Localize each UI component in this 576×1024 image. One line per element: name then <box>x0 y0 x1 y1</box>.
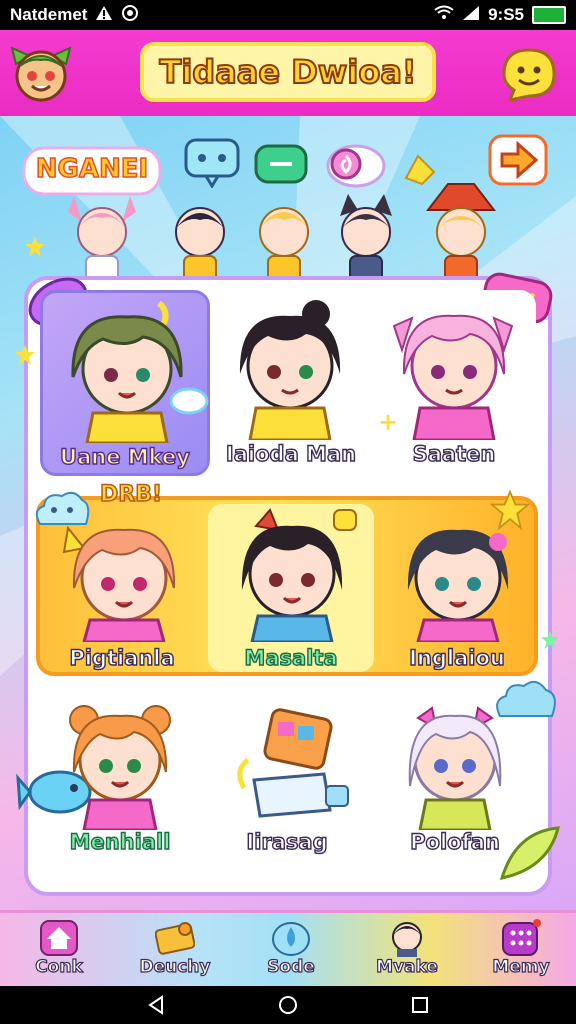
character-portrait-orange-buns <box>69 705 171 830</box>
character-card-label: Polofan <box>409 829 500 854</box>
cloud-badge-icon <box>32 486 92 534</box>
featured-character-row: Pigtianla Masalta Inglaiou <box>36 496 538 676</box>
character-card-label: Iirasag <box>246 829 329 854</box>
back-icon[interactable] <box>146 995 166 1015</box>
character-card-label: Inglaiou <box>408 645 505 670</box>
nav-label: Conk <box>35 956 84 977</box>
character-card-label: Pigtianla <box>69 645 176 670</box>
home-circle-icon[interactable] <box>278 995 298 1015</box>
next-arrow-icon[interactable] <box>488 134 548 186</box>
featured-badge: DRB! <box>99 481 163 508</box>
bottom-nav: Conk Deuchy Sode Mvake Memy <box>0 910 576 986</box>
character-card-9[interactable]: Polofan <box>380 690 530 862</box>
signal-icon <box>462 5 480 26</box>
character-card-label: Menhiall <box>69 829 171 854</box>
chibi-blonde-character <box>248 190 320 284</box>
mascot-logo-icon[interactable] <box>10 42 72 104</box>
character-portrait-white-hair <box>408 706 502 830</box>
recents-icon[interactable] <box>410 995 430 1015</box>
nav-label: Mvake <box>375 956 438 977</box>
nav-label: Memy <box>492 956 550 977</box>
status-bar: Natdemet 9:S5 <box>0 0 576 30</box>
chibi-cat-ear-character <box>330 192 402 284</box>
avatar-icon <box>392 922 422 957</box>
record-icon <box>121 4 139 27</box>
nav-item-menu[interactable]: Memy <box>466 913 576 986</box>
character-portrait-black-bob <box>241 508 357 642</box>
star-icon <box>540 630 560 650</box>
nav-item-home[interactable]: Conk <box>4 913 114 986</box>
character-card-2[interactable]: Iaioda Man <box>216 290 366 476</box>
new-badge-label: NGANEI <box>35 153 149 185</box>
character-portrait-pink-twin-tails: + <box>378 314 514 440</box>
new-badge[interactable]: NGANEI <box>22 146 162 196</box>
character-card-label: Saaten <box>412 441 496 466</box>
grid-menu-icon <box>502 919 541 956</box>
app-title: Tidaae Dwioa! <box>140 42 436 102</box>
chibi-dark-hair-character <box>164 192 236 284</box>
battery-icon <box>532 6 566 24</box>
nav-item-deuchy[interactable]: Deuchy <box>120 913 230 986</box>
chat-bubble-category-icon[interactable] <box>182 136 242 189</box>
nav-item-sode[interactable]: Sode <box>236 913 346 986</box>
candy-category-icon[interactable] <box>320 136 386 192</box>
character-portrait-green-hair <box>71 300 209 443</box>
water-drop-icon <box>272 922 310 956</box>
character-card-6[interactable]: Inglaiou <box>380 508 534 672</box>
character-card-1[interactable]: Uane Mkey <box>40 290 210 476</box>
carrier-name: Natdemet <box>10 5 88 24</box>
cup-category-icon[interactable] <box>252 138 310 186</box>
star-icon <box>14 344 36 366</box>
chat-smiley-icon[interactable] <box>498 44 560 104</box>
laptop-tablet-icon <box>237 708 349 818</box>
nav-item-mvake[interactable]: Mvake <box>352 913 462 986</box>
star-badge-icon <box>489 489 531 531</box>
svg-text:+: + <box>378 408 398 436</box>
star-icon <box>24 236 46 258</box>
system-nav-bar <box>0 986 576 1024</box>
wifi-icon <box>434 5 454 26</box>
character-portrait-black-ponytail <box>239 300 341 440</box>
app-header: Tidaae Dwioa! <box>0 30 576 116</box>
character-row-1: Uane Mkey Iaioda Man + Saaten <box>36 290 536 476</box>
home-icon <box>40 920 78 956</box>
character-card-7[interactable]: Menhiall <box>40 690 200 862</box>
character-card-label: Uane Mkey <box>59 444 190 469</box>
character-card-label: Iaioda Man <box>225 441 357 466</box>
character-card-3[interactable]: + Saaten <box>372 290 536 476</box>
warning-icon <box>95 5 113 26</box>
ticket-icon <box>155 922 195 955</box>
nav-label: Sode <box>267 956 316 977</box>
clock-time: 9:S5 <box>488 5 524 24</box>
character-card-label: Masalta <box>244 645 339 670</box>
character-card-5[interactable]: Masalta <box>208 504 374 672</box>
character-card-8[interactable]: Iirasag <box>214 690 360 862</box>
nav-label: Deuchy <box>139 956 211 977</box>
